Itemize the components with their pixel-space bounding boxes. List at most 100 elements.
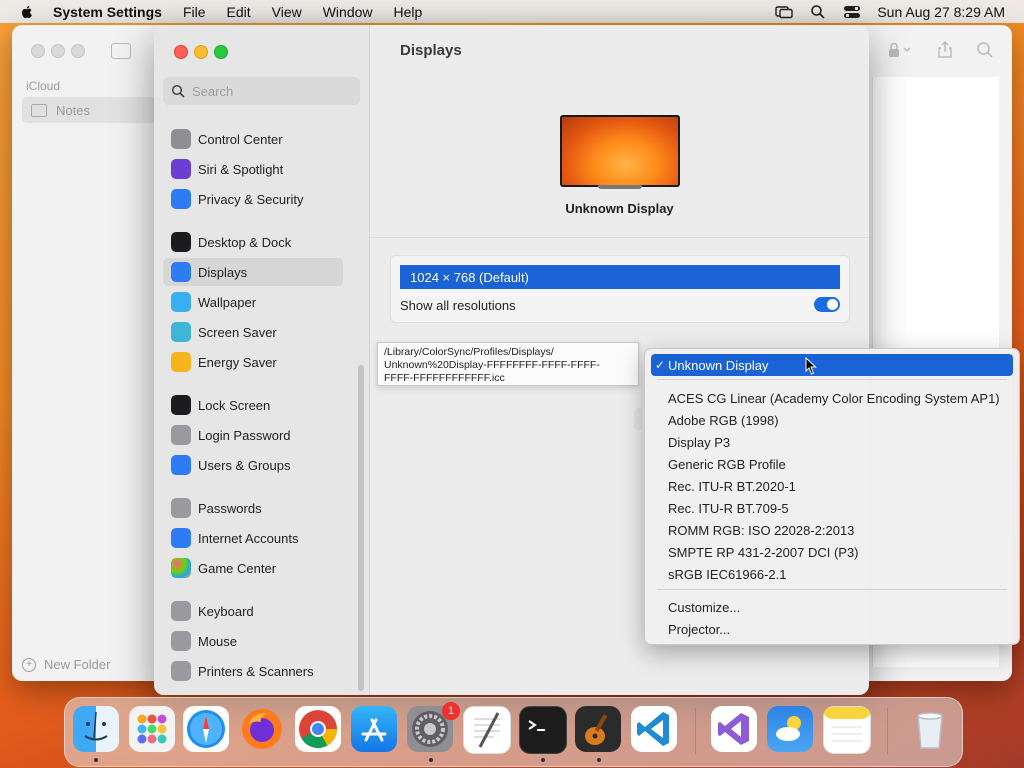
textedit-icon[interactable]: [463, 706, 511, 754]
menu-file[interactable]: File: [183, 4, 206, 20]
color-profile-option[interactable]: Generic RGB Profile: [651, 453, 1013, 475]
new-folder-button[interactable]: + New Folder: [22, 657, 110, 672]
menu-help[interactable]: Help: [394, 4, 423, 20]
sidebar-item-printers-scanners[interactable]: Printers & Scanners: [163, 657, 343, 685]
color-profile-label: ROMM RGB: ISO 22028-2:2013: [668, 522, 855, 538]
notes-minimize-button[interactable]: [51, 44, 65, 58]
trash-icon[interactable]: [907, 706, 953, 752]
sidebar-item-login-password[interactable]: Login Password: [163, 421, 343, 449]
menu-app-name[interactable]: System Settings: [53, 4, 162, 20]
menu-clock[interactable]: Sun Aug 27 8:29 AM: [877, 4, 1005, 20]
tooltip-line-2: Unknown%20Display-FFFFFFFF-FFFF-FFFF-: [384, 359, 600, 371]
resolution-option-selected[interactable]: 1024 × 768 (Default): [400, 265, 840, 289]
pane-title: Displays: [400, 42, 462, 59]
game-center-icon: [171, 558, 191, 578]
notes-app-icon[interactable]: [823, 706, 871, 754]
color-profile-option[interactable]: Display P3: [651, 431, 1013, 453]
share-icon[interactable]: [936, 41, 954, 59]
control-center-menu-icon[interactable]: [843, 4, 861, 20]
menu-view[interactable]: View: [272, 4, 302, 20]
monitor-icon[interactable]: [560, 115, 680, 189]
sidebar-toggle-icon[interactable]: [111, 43, 131, 59]
finder-icon[interactable]: [73, 706, 119, 752]
chrome-icon[interactable]: [295, 706, 341, 752]
show-all-resolutions-label: Show all resolutions: [400, 298, 516, 313]
menu-edit[interactable]: Edit: [227, 4, 251, 20]
terminal-icon[interactable]: [519, 706, 567, 754]
sidebar-item-users-groups[interactable]: Users & Groups: [163, 451, 343, 479]
color-profile-option[interactable]: Projector...: [651, 618, 1013, 640]
sidebar-item-energy-saver[interactable]: Energy Saver: [163, 348, 343, 376]
sun-icon: [171, 262, 191, 282]
notes-close-button[interactable]: [31, 44, 45, 58]
color-profile-option[interactable]: Rec. ITU-R BT.2020-1: [651, 475, 1013, 497]
color-profile-option[interactable]: Rec. ITU-R BT.709-5: [651, 497, 1013, 519]
sidebar-item-internet-accounts[interactable]: Internet Accounts: [163, 524, 343, 552]
color-profile-label: Adobe RGB (1998): [668, 412, 779, 428]
sidebar-item-mouse[interactable]: Mouse: [163, 627, 343, 655]
menu-separator: [657, 589, 1007, 590]
spotlight-search-icon[interactable]: [809, 4, 827, 20]
sidebar-item-game-center[interactable]: Game Center: [163, 554, 343, 582]
sidebar-item-keyboard[interactable]: Keyboard: [163, 597, 343, 625]
checkmark-icon: ✓: [655, 358, 666, 372]
lock-note-icon[interactable]: [884, 41, 914, 59]
launchpad-icon[interactable]: [129, 706, 175, 752]
sidebar-item-label: Desktop & Dock: [198, 234, 292, 250]
popup-button-edge[interactable]: [634, 408, 642, 430]
search-icon: [171, 84, 185, 98]
sidebar-item-privacy-security[interactable]: Privacy & Security: [163, 185, 343, 213]
sidebar-item-siri-spotlight[interactable]: Siri & Spotlight: [163, 155, 343, 183]
notes-folder-row[interactable]: Notes: [22, 97, 172, 123]
color-profile-option[interactable]: Customize...: [651, 596, 1013, 618]
app-store-icon[interactable]: [351, 706, 397, 752]
weather-icon[interactable]: [767, 706, 813, 752]
dock-icon: [171, 232, 191, 252]
display-name: Unknown Display: [565, 201, 674, 216]
sidebar-item-screen-saver[interactable]: Screen Saver: [163, 318, 343, 346]
dock: 1: [64, 697, 963, 767]
settings-search[interactable]: [163, 77, 360, 105]
siri-icon: [171, 159, 191, 179]
sidebar-item-desktop-dock[interactable]: Desktop & Dock: [163, 228, 343, 256]
control-center-icon: [171, 129, 191, 149]
color-profile-option[interactable]: ACES CG Linear (Academy Color Encoding S…: [651, 387, 1013, 409]
color-profile-option[interactable]: Adobe RGB (1998): [651, 409, 1013, 431]
firefox-icon[interactable]: [239, 706, 285, 752]
safari-icon[interactable]: [183, 706, 229, 752]
color-profile-label: Customize...: [668, 599, 741, 615]
users-icon: [171, 455, 191, 475]
sidebar-item-wallpaper[interactable]: Wallpaper: [163, 288, 343, 316]
sidebar-item-label: Siri & Spotlight: [198, 161, 284, 177]
vscode-icon[interactable]: [631, 706, 677, 752]
sidebar-item-label: Keyboard: [198, 603, 254, 619]
color-profile-option[interactable]: SMPTE RP 431-2-2007 DCI (P3): [651, 541, 1013, 563]
menu-bar: System Settings File Edit View Window He…: [0, 0, 1024, 23]
color-profile-option[interactable]: ROMM RGB: ISO 22028-2:2013: [651, 519, 1013, 541]
sidebar-item-displays[interactable]: Displays: [163, 258, 343, 286]
sidebar-item-label: Login Password: [198, 427, 291, 443]
notes-zoom-button[interactable]: [71, 44, 85, 58]
color-profile-label: Rec. ITU-R BT.709-5: [668, 500, 789, 516]
show-all-resolutions-toggle[interactable]: [814, 297, 840, 312]
sidebar-item-label: Internet Accounts: [198, 530, 299, 546]
menu-window[interactable]: Window: [323, 4, 373, 20]
zoom-button[interactable]: [214, 45, 228, 59]
screen-mirroring-icon[interactable]: [775, 4, 794, 20]
color-profile-option[interactable]: sRGB IEC61966-2.1: [651, 563, 1013, 585]
notes-search-icon[interactable]: [976, 41, 994, 59]
key-icon: [171, 498, 191, 518]
resolution-card: 1024 × 768 (Default) Show all resolution…: [390, 255, 850, 323]
display-preview-area: Unknown Display: [370, 77, 869, 238]
close-button[interactable]: [174, 45, 188, 59]
sidebar-item-control-center[interactable]: Control Center: [163, 125, 343, 153]
garageband-icon[interactable]: [575, 706, 621, 752]
sidebar-item-lock-screen[interactable]: Lock Screen: [163, 391, 343, 419]
minimize-button[interactable]: [194, 45, 208, 59]
visual-studio-icon[interactable]: [711, 706, 757, 752]
apple-menu-icon[interactable]: [19, 4, 35, 20]
sidebar-item-passwords[interactable]: Passwords: [163, 494, 343, 522]
color-profile-option[interactable]: ✓ Unknown Display: [651, 354, 1013, 376]
search-input[interactable]: [192, 83, 352, 99]
sidebar-scrollbar[interactable]: [358, 365, 364, 691]
